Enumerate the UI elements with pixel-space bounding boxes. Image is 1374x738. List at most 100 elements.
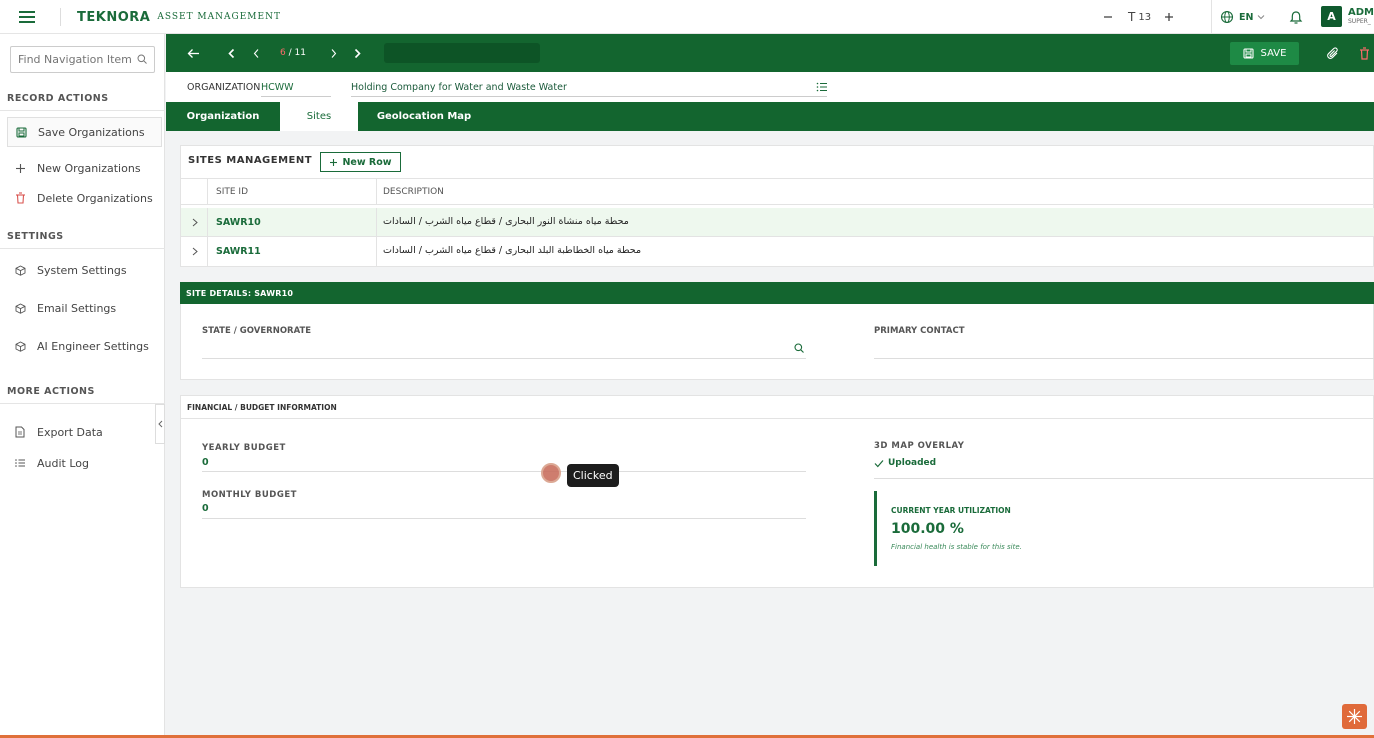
divider	[207, 179, 208, 204]
utilization-value: 100.00 %	[891, 521, 964, 537]
financial-header: FINANCIAL / BUDGET INFORMATION	[181, 396, 1374, 419]
table-row[interactable]: SAWR11 محطة مياه الخطاطبة البلد البحارى …	[181, 237, 1374, 266]
description-cell: محطة مياه الخطاطبة البلد البحارى / قطاع …	[383, 245, 642, 256]
font-size-value: 13	[1138, 11, 1152, 23]
list-icon	[15, 458, 29, 468]
chevron-first-icon	[228, 48, 235, 58]
last-record-button[interactable]	[351, 43, 365, 63]
save-icon	[16, 126, 30, 138]
organization-code-field[interactable]: HCWW	[261, 82, 331, 97]
export-data-action[interactable]: Export Data	[7, 417, 162, 447]
chevron-last-icon	[354, 48, 361, 58]
map-overlay-field[interactable]	[874, 478, 1374, 479]
tab-organization[interactable]: Organization	[166, 102, 280, 131]
tab-sites[interactable]: Sites	[280, 102, 358, 131]
sparkle-icon	[1347, 709, 1362, 724]
chevron-right-icon[interactable]	[191, 218, 199, 227]
map-overlay-status: Uploaded	[874, 458, 936, 468]
yearly-budget-value[interactable]: 0	[202, 457, 209, 468]
column-site-id[interactable]: SITE ID	[216, 187, 248, 197]
brand-name: TEKNORA	[77, 9, 151, 25]
organization-name-field[interactable]: Holding Company for Water and Waste Wate…	[351, 82, 827, 97]
divider	[376, 208, 377, 236]
back-button[interactable]	[185, 43, 201, 63]
user-name[interactable]: ADMI	[1348, 7, 1374, 18]
utilization-note: Financial health is stable for this site…	[891, 543, 1022, 551]
financial-title: FINANCIAL / BUDGET INFORMATION	[187, 403, 337, 412]
table-row[interactable]: SAWR10 محطة مياه منشاة النور البحارى / ق…	[181, 208, 1374, 237]
first-record-button[interactable]	[224, 43, 238, 63]
column-description[interactable]: DESCRIPTION	[383, 187, 444, 197]
cube-icon	[15, 340, 29, 352]
language-selector[interactable]: EN	[1211, 0, 1265, 34]
page-separator: /	[285, 48, 295, 58]
assistant-button[interactable]	[1342, 704, 1367, 729]
map-overlay-label: 3D MAP OVERLAY	[874, 441, 965, 451]
check-icon	[874, 459, 884, 467]
cube-icon	[15, 302, 29, 314]
search-icon[interactable]	[794, 343, 804, 353]
globe-icon	[1220, 10, 1234, 24]
chevron-right-icon[interactable]	[191, 247, 199, 256]
language-code: EN	[1239, 11, 1254, 23]
new-organizations-label: New Organizations	[37, 161, 141, 175]
save-organizations-action[interactable]: Save Organizations	[7, 117, 162, 147]
delete-organizations-action[interactable]: Delete Organizations	[7, 183, 162, 213]
bell-icon	[1289, 10, 1303, 24]
primary-contact-label: PRIMARY CONTACT	[874, 326, 965, 336]
new-organizations-action[interactable]: New Organizations	[7, 153, 162, 183]
save-icon	[1242, 48, 1254, 59]
system-settings-item[interactable]: System Settings	[7, 255, 162, 285]
tab-bar: Organization Sites Geolocation Map	[166, 102, 1374, 131]
ai-engineer-settings-item[interactable]: AI Engineer Settings	[7, 331, 162, 361]
site-details-panel: STATE / GOVERNORATE PRIMARY CONTACT	[180, 304, 1374, 380]
new-row-button[interactable]: New Row	[320, 152, 401, 172]
audit-log-action[interactable]: Audit Log	[7, 448, 162, 478]
font-increase-button[interactable]	[1163, 0, 1175, 34]
chevron-right-icon	[331, 48, 337, 58]
avatar[interactable]: A	[1321, 6, 1342, 27]
monthly-budget-value[interactable]: 0	[202, 503, 209, 514]
delete-button[interactable]	[1359, 43, 1374, 63]
app-logo[interactable]: TEKNORA ASSET MANAGEMENT	[60, 8, 281, 26]
export-data-label: Export Data	[37, 425, 103, 439]
organization-label: ORGANIZATION	[187, 82, 261, 93]
email-settings-item[interactable]: Email Settings	[7, 293, 162, 323]
list-icon[interactable]	[816, 81, 828, 93]
sidebar: RECORD ACTIONS Save Organizations New Or…	[0, 34, 165, 738]
site-id-cell: SAWR10	[216, 217, 261, 228]
total-pages: 11	[294, 48, 306, 58]
divider	[0, 248, 165, 249]
divider	[207, 237, 208, 266]
sites-management-panel: SITES MANAGEMENT New Row SITE ID DESCRIP…	[180, 145, 1374, 267]
monthly-budget-field[interactable]	[202, 518, 806, 519]
ai-engineer-settings-label: AI Engineer Settings	[37, 339, 149, 353]
paperclip-icon	[1326, 46, 1338, 59]
audit-log-label: Audit Log	[37, 456, 89, 470]
next-record-button[interactable]	[327, 43, 341, 63]
grid-header: SITE ID DESCRIPTION	[181, 178, 1374, 205]
divider	[0, 403, 165, 404]
text-size-icon: T	[1128, 10, 1136, 24]
sites-management-title: SITES MANAGEMENT	[188, 155, 313, 166]
user-role: SUPER_	[1348, 18, 1371, 25]
arrow-left-icon	[187, 48, 199, 58]
search-icon	[137, 54, 147, 64]
tab-geolocation-map[interactable]: Geolocation Map	[358, 102, 490, 131]
notifications-button[interactable]	[1289, 0, 1303, 34]
yearly-budget-field[interactable]	[202, 471, 806, 472]
record-pager	[384, 43, 540, 63]
font-decrease-button[interactable]	[1102, 0, 1114, 34]
sidebar-collapse-button[interactable]	[155, 404, 165, 444]
font-size-indicator: T 13	[1128, 0, 1151, 34]
save-button[interactable]: SAVE	[1230, 42, 1299, 65]
attach-button[interactable]	[1325, 43, 1341, 63]
nav-search-input[interactable]	[10, 46, 155, 73]
system-settings-label: System Settings	[37, 263, 127, 277]
primary-contact-field[interactable]	[874, 345, 1374, 359]
menu-icon[interactable]	[19, 11, 35, 23]
top-bar: TEKNORA ASSET MANAGEMENT T 13 EN A ADMI …	[0, 0, 1374, 34]
chevron-down-icon	[1258, 15, 1265, 20]
previous-record-button[interactable]	[249, 43, 263, 63]
state-governorate-field[interactable]	[202, 345, 806, 359]
